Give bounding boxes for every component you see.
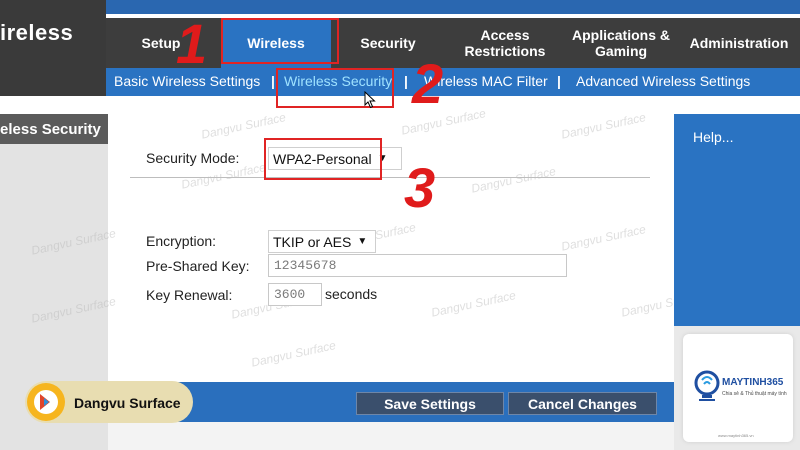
- annotation-box-3: [264, 138, 382, 180]
- site-logo-tagline: Chia sẻ & Thủ thuật máy tính: [722, 391, 787, 397]
- encryption-select[interactable]: TKIP or AES ▼: [268, 230, 376, 253]
- save-settings-button[interactable]: Save Settings: [356, 392, 504, 415]
- brand-title: ireless: [0, 20, 74, 45]
- key-renewal-input[interactable]: 3600: [268, 283, 322, 306]
- tab-administration[interactable]: Administration: [684, 18, 794, 68]
- chevron-down-icon: ▼: [357, 236, 368, 247]
- form-divider: [130, 177, 650, 178]
- left-header-panel: [0, 0, 106, 96]
- subnav-advanced-wireless-settings[interactable]: Advanced Wireless Settings: [576, 73, 750, 89]
- annotation-number-1: 1: [176, 12, 208, 75]
- top-accent-bar: [106, 0, 800, 14]
- channel-name: Dangvu Surface: [74, 395, 181, 411]
- tab-access-restrictions-label: Access Restrictions: [464, 27, 546, 59]
- encryption-label: Encryption:: [146, 233, 217, 249]
- help-link[interactable]: Help...: [693, 129, 733, 145]
- pre-shared-key-input[interactable]: 12345678: [268, 254, 567, 277]
- section-title: eless Security: [0, 121, 101, 138]
- cancel-changes-button[interactable]: Cancel Changes: [508, 392, 657, 415]
- tab-access-restrictions[interactable]: Access Restrictions: [460, 18, 550, 68]
- site-logo-url: www.maytinh365.vn: [718, 433, 754, 438]
- pre-shared-key-label: Pre-Shared Key:: [146, 258, 250, 274]
- annotation-number-3: 3: [404, 156, 436, 219]
- subnav-separator: |: [271, 73, 275, 89]
- tab-applications-gaming-label: Applications & Gaming: [571, 27, 670, 59]
- computer-logo-icon: [694, 370, 720, 401]
- subnav-basic-wireless-settings[interactable]: Basic Wireless Settings: [114, 73, 260, 89]
- footer-strip: [108, 422, 674, 450]
- tab-applications-gaming[interactable]: Applications & Gaming: [568, 18, 674, 68]
- channel-logo-mark: [34, 390, 58, 414]
- subnav-separator: |: [404, 73, 408, 89]
- annotation-box-1: [221, 18, 339, 64]
- key-renewal-unit: seconds: [325, 286, 378, 302]
- help-panel: [674, 114, 800, 326]
- subnav-bottom-spacer: [106, 96, 800, 114]
- key-renewal-label: Key Renewal:: [146, 287, 233, 303]
- subnav-separator: |: [557, 73, 561, 89]
- site-logo-name: MAYTINH365: [722, 377, 784, 388]
- security-mode-label: Security Mode:: [146, 150, 240, 166]
- left-spacer: [0, 96, 106, 114]
- annotation-number-2: 2: [412, 52, 444, 115]
- channel-logo-icon: [27, 383, 65, 421]
- mouse-cursor-icon: [364, 91, 376, 109]
- encryption-value: TKIP or AES: [273, 233, 352, 250]
